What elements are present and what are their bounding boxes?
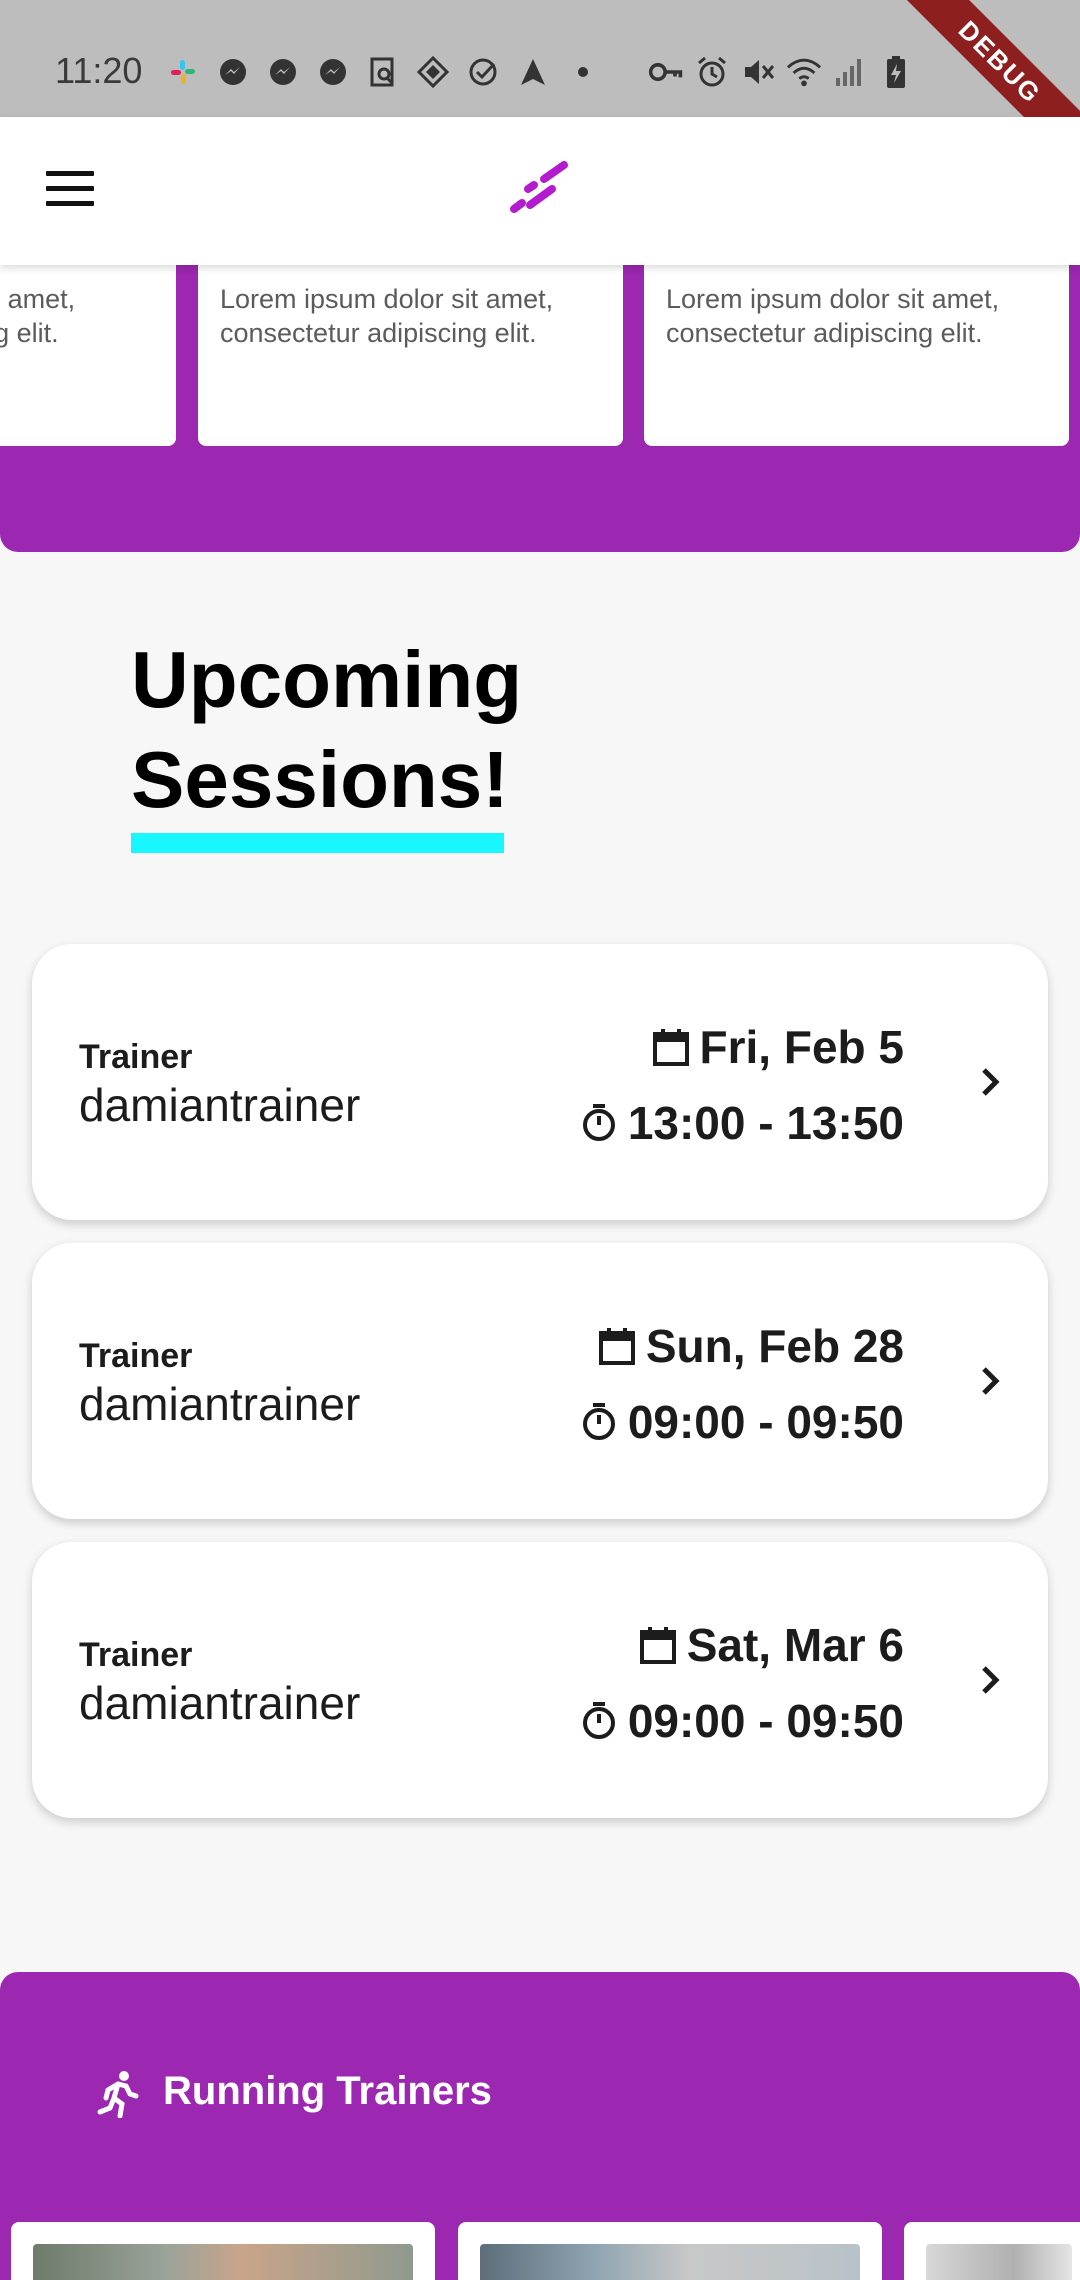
calendar-icon <box>639 1627 676 1664</box>
trainer-card[interactable] <box>904 2222 1080 2280</box>
promo-card-text: Lorem ipsum dolor sit amet, consectetur … <box>220 284 554 348</box>
title-underline <box>131 833 504 853</box>
running-person-icon <box>97 2071 139 2118</box>
hamburger-menu-icon[interactable] <box>46 171 94 209</box>
document-search-icon <box>365 54 401 90</box>
timer-icon <box>582 1403 615 1440</box>
session-time-text: 09:00 - 09:50 <box>627 1396 904 1448</box>
app-logo-icon <box>510 161 568 213</box>
status-time: 11:20 <box>55 50 143 91</box>
session-date: Sat, Mar 6 <box>639 1618 904 1672</box>
session-time-text: 09:00 - 09:50 <box>627 1695 904 1747</box>
timer-icon <box>582 1702 615 1739</box>
session-date: Fri, Feb 5 <box>652 1020 904 1074</box>
slack-icon <box>165 54 201 90</box>
chevron-right-icon[interactable] <box>970 1062 1010 1102</box>
navigation-arrow-icon <box>515 54 551 90</box>
trainer-photo <box>926 2244 1072 2280</box>
calendar-icon <box>652 1029 689 1066</box>
session-time-text: 13:00 - 13:50 <box>627 1097 904 1149</box>
title-line-1: Upcoming <box>131 635 523 724</box>
trainer-label: Trainer <box>79 1636 193 1674</box>
trainer-name: damiantrainer <box>79 1079 361 1131</box>
mute-icon <box>740 54 776 90</box>
chevron-right-icon[interactable] <box>970 1660 1010 1700</box>
messenger-icon <box>215 54 251 90</box>
title-line-2: Sessions! <box>131 735 509 824</box>
session-time: 13:00 - 13:50 <box>580 1096 904 1150</box>
session-date-text: Fri, Feb 5 <box>699 1021 904 1073</box>
notification-icons <box>165 54 601 90</box>
signal-icon <box>832 54 868 90</box>
trainer-label: Trainer <box>79 1038 193 1076</box>
diamond-icon <box>415 54 451 90</box>
trainer-card[interactable] <box>11 2222 435 2280</box>
promo-card-text: Lorem ipsum dolor sit amet, consectetur … <box>666 284 1000 348</box>
trainer-name: damiantrainer <box>79 1677 361 1729</box>
wifi-icon <box>786 54 822 90</box>
trainer-name: damiantrainer <box>79 1378 361 1430</box>
trainer-photo <box>33 2244 413 2280</box>
vpn-key-icon <box>648 54 684 90</box>
messenger-icon <box>265 54 301 90</box>
alarm-icon <box>694 54 730 90</box>
dot-icon <box>565 54 601 90</box>
calendar-icon <box>598 1328 635 1365</box>
system-icons <box>648 54 914 90</box>
session-date-text: Sun, Feb 28 <box>645 1320 904 1372</box>
session-card[interactable]: Trainer damiantrainer Sat, Mar 6 09:00 -… <box>32 1542 1048 1818</box>
session-card[interactable]: Trainer damiantrainer Sun, Feb 28 09:00 … <box>32 1243 1048 1519</box>
running-trainers-title: Running Trainers <box>163 2069 492 2113</box>
session-date: Sun, Feb 28 <box>598 1319 904 1373</box>
trainer-photo <box>480 2244 860 2280</box>
battery-charging-icon <box>878 54 914 90</box>
chevron-right-icon[interactable] <box>970 1361 1010 1401</box>
page-title: Upcoming Sessions! <box>131 630 522 830</box>
app-bar <box>0 117 1080 265</box>
timer-icon <box>582 1104 615 1141</box>
session-card[interactable]: Trainer damiantrainer Fri, Feb 5 13:00 -… <box>32 944 1048 1220</box>
trainer-card[interactable] <box>458 2222 882 2280</box>
session-time: 09:00 - 09:50 <box>580 1694 904 1748</box>
status-bar: 11:20 DEBUG <box>0 0 1080 177</box>
trainer-label: Trainer <box>79 1337 193 1375</box>
session-time: 09:00 - 09:50 <box>580 1395 904 1449</box>
check-circle-icon <box>465 54 501 90</box>
session-date-text: Sat, Mar 6 <box>686 1619 904 1671</box>
messenger-icon <box>315 54 351 90</box>
promo-card-text: Lorem ipsum dolor sit amet, consectetur … <box>0 284 76 348</box>
